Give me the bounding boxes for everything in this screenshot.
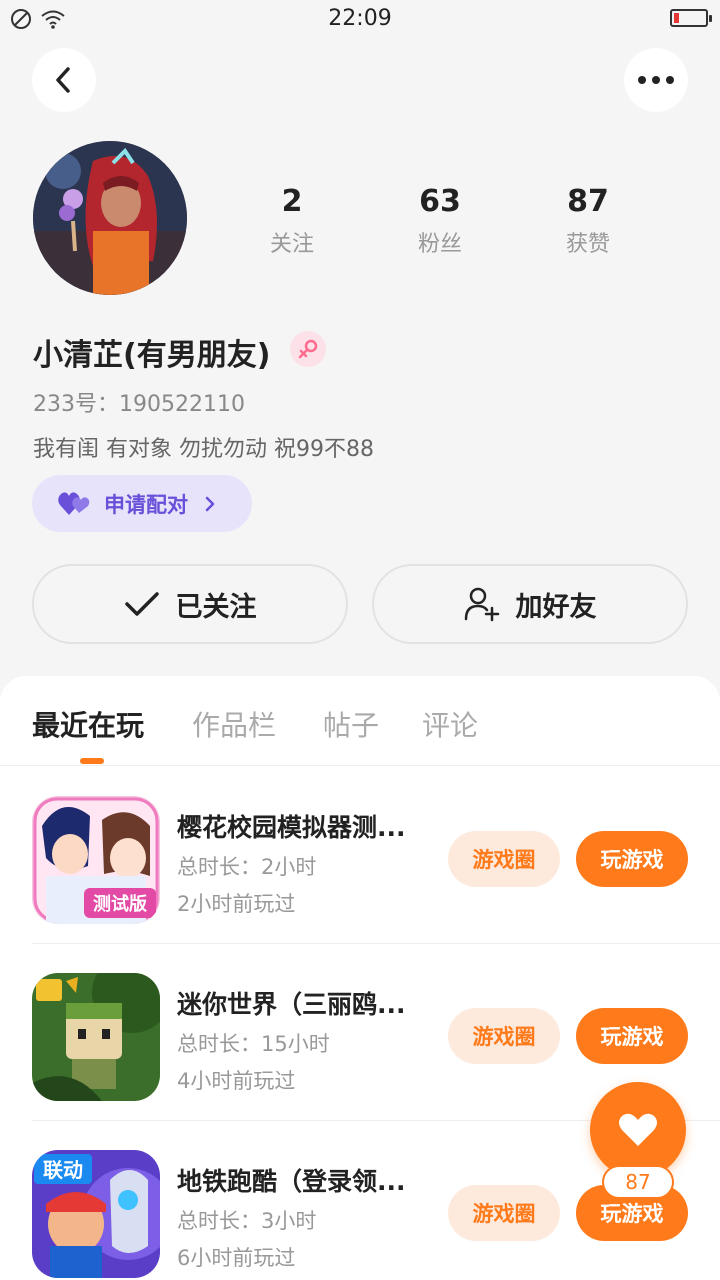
- user-bio: 我有闺 有对象 勿扰勿动 祝99不88: [33, 437, 374, 462]
- check-icon: [124, 592, 159, 616]
- like-count-badge: 87: [602, 1165, 674, 1199]
- game-title: 迷你世界（三丽鸥...: [177, 990, 406, 1019]
- stat-label: 粉丝: [417, 232, 462, 257]
- play-game-button[interactable]: 玩游戏: [576, 1008, 688, 1064]
- follow-button[interactable]: 已关注: [32, 564, 348, 644]
- pair-request-button[interactable]: 申请配对: [32, 475, 252, 532]
- game-last-played: 2小时前玩过: [177, 892, 296, 916]
- game-badge-text: 测试版: [93, 893, 147, 915]
- avatar[interactable]: [33, 141, 187, 295]
- stat-followers[interactable]: 63 粉丝: [380, 184, 500, 258]
- add-friend-button[interactable]: 加好友: [372, 564, 688, 644]
- username: 小清芷(有男朋友): [33, 338, 271, 373]
- game-circle-button[interactable]: 游戏圈: [448, 831, 560, 887]
- double-heart-icon: [58, 491, 90, 515]
- game-duration: 总时长：2小时: [177, 855, 317, 879]
- stat-label: 关注: [269, 232, 314, 257]
- game-title: 樱花校园模拟器测...: [177, 813, 406, 842]
- game-icon[interactable]: 联动: [32, 1150, 160, 1278]
- more-dots-icon: [638, 76, 674, 84]
- tab-recent[interactable]: 最近在玩: [32, 704, 144, 744]
- status-time: 22:09: [328, 6, 392, 31]
- like-fab-button[interactable]: [590, 1082, 686, 1178]
- stat-value: 2: [281, 184, 303, 219]
- tab-comments[interactable]: 评论: [422, 704, 478, 744]
- more-button[interactable]: [624, 48, 688, 112]
- game-last-played: 4小时前玩过: [177, 1069, 296, 1093]
- stat-label: 获赞: [565, 232, 610, 257]
- battery-icon: [670, 9, 712, 27]
- game-duration: 总时长：3小时: [177, 1209, 317, 1233]
- tab-bar: 最近在玩 作品栏 帖子 评论: [0, 676, 720, 766]
- game-duration: 总时长：15小时: [177, 1032, 330, 1056]
- tab-posts[interactable]: 帖子: [323, 704, 379, 744]
- user-id: 233号：190522110: [33, 392, 245, 417]
- follow-label: 已关注: [175, 591, 257, 623]
- stat-value: 87: [567, 184, 609, 219]
- chevron-left-icon: [56, 67, 70, 93]
- tab-indicator: [80, 758, 104, 764]
- stat-following[interactable]: 2 关注: [232, 184, 352, 258]
- stat-likes[interactable]: 87 获赞: [528, 184, 648, 258]
- play-game-button[interactable]: 玩游戏: [576, 831, 688, 887]
- stat-value: 63: [419, 184, 461, 219]
- avatar-image: [33, 141, 187, 295]
- add-user-icon: [464, 587, 499, 622]
- add-friend-label: 加好友: [515, 591, 597, 623]
- tab-works[interactable]: 作品栏: [192, 704, 276, 744]
- game-row[interactable]: 测试版 樱花校园模拟器测... 总时长：2小时 2小时前玩过 游戏圈 玩游戏: [0, 767, 720, 944]
- game-circle-button[interactable]: 游戏圈: [448, 1185, 560, 1241]
- game-last-played: 6小时前玩过: [177, 1246, 296, 1270]
- female-icon: [298, 339, 318, 359]
- pair-request-label: 申请配对: [104, 492, 188, 517]
- game-icon[interactable]: [32, 973, 160, 1101]
- heart-icon: [619, 1113, 657, 1146]
- game-badge-text: 联动: [43, 1158, 83, 1182]
- game-circle-button[interactable]: 游戏圈: [448, 1008, 560, 1064]
- chevron-right-icon: [205, 496, 215, 511]
- game-title: 地铁跑酷（登录领...: [177, 1167, 406, 1196]
- gender-badge: [290, 331, 326, 367]
- back-button[interactable]: [32, 48, 96, 112]
- game-icon[interactable]: 测试版: [32, 796, 160, 924]
- status-bar: 22:09: [0, 0, 720, 40]
